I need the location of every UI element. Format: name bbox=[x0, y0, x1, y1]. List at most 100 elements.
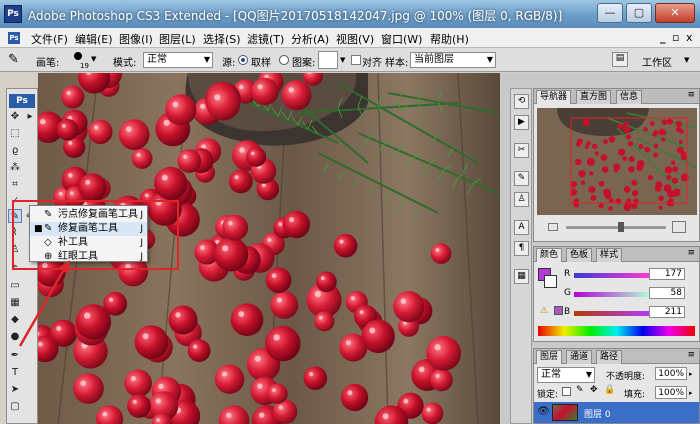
green-slider-row: G 58 bbox=[534, 287, 699, 301]
menu-view[interactable]: 视图(V) bbox=[336, 31, 374, 47]
character-icon[interactable]: A bbox=[514, 220, 529, 235]
tab-paths[interactable]: 路径 bbox=[596, 350, 623, 364]
magic-wand-tool-icon[interactable]: ⁂ bbox=[8, 161, 22, 175]
move-tool-icon[interactable]: ✥ bbox=[8, 110, 22, 124]
cranberry bbox=[265, 325, 301, 362]
menu-filter[interactable]: 滤镜(T) bbox=[247, 31, 284, 47]
zoom-out-icon[interactable] bbox=[548, 223, 558, 231]
tab-channels[interactable]: 通道 bbox=[566, 350, 593, 364]
pattern-dropdown-icon[interactable]: ▼ bbox=[340, 56, 345, 64]
panel-menu-icon[interactable]: ≡ bbox=[687, 90, 695, 100]
panel-menu-icon[interactable]: ≡ bbox=[687, 248, 695, 258]
fill-dropdown-icon[interactable]: ▸ bbox=[689, 389, 693, 397]
tab-layers[interactable]: 图层 bbox=[536, 350, 563, 364]
thumbnail-berry bbox=[575, 158, 582, 166]
history-icon[interactable]: ⟲ bbox=[514, 94, 529, 109]
mode-select[interactable]: 正常 ▼ bbox=[143, 52, 213, 68]
menu-analysis[interactable]: 分析(A) bbox=[291, 31, 329, 47]
paragraph-icon[interactable]: ¶ bbox=[514, 241, 529, 256]
doc-restore-button[interactable]: ▫ bbox=[672, 31, 679, 44]
tab-styles[interactable]: 样式 bbox=[596, 248, 623, 262]
lock-position-icon[interactable]: ✥ bbox=[590, 385, 598, 395]
cranberry-highlight bbox=[250, 151, 255, 156]
sample-select[interactable]: 当前图层 ▼ bbox=[410, 52, 496, 68]
menu-image[interactable]: 图像(I) bbox=[119, 31, 153, 47]
crop-tool-icon[interactable]: ⌗ bbox=[8, 178, 22, 192]
zoom-slider[interactable] bbox=[566, 226, 666, 229]
fill-input[interactable]: 100% bbox=[655, 386, 687, 399]
menu-window[interactable]: 窗口(W) bbox=[381, 31, 422, 47]
minimize-button[interactable]: — bbox=[597, 3, 623, 23]
green-value-input[interactable]: 58 bbox=[649, 287, 685, 299]
brushes-icon[interactable]: ✎ bbox=[514, 171, 529, 186]
zoom-in-icon[interactable] bbox=[672, 221, 686, 233]
workspace-button[interactable]: 工作区 bbox=[642, 54, 672, 69]
chevron-down-icon[interactable]: ▼ bbox=[684, 56, 689, 64]
cranberry bbox=[124, 369, 152, 398]
cranberry-highlight bbox=[193, 344, 198, 349]
brush-dropdown-icon[interactable]: ▼ bbox=[91, 55, 96, 63]
cranberry bbox=[228, 169, 253, 194]
actions-icon[interactable]: ▶ bbox=[514, 115, 529, 130]
layer-row[interactable]: 👁 图层 0 bbox=[534, 402, 699, 423]
sampled-radio[interactable] bbox=[238, 55, 248, 65]
navigator-thumbnail[interactable] bbox=[537, 108, 697, 215]
cranberry-highlight bbox=[273, 334, 280, 341]
tab-color[interactable]: 颜色 bbox=[536, 248, 563, 262]
color-ramp[interactable] bbox=[538, 326, 695, 336]
marquee-tool-icon[interactable]: ⬚ bbox=[8, 127, 22, 141]
cranberry-highlight bbox=[276, 297, 282, 303]
close-button[interactable]: ✕ bbox=[655, 3, 695, 23]
tab-swatches[interactable]: 色板 bbox=[566, 248, 593, 262]
tool-presets-icon[interactable]: ✂ bbox=[514, 143, 529, 158]
thumbnail-berry bbox=[658, 205, 663, 210]
tab-navigator[interactable]: 导航器 bbox=[536, 90, 572, 104]
navigator-panel: 导航器 直方图 信息 ≡ bbox=[533, 88, 700, 242]
lock-transparency-icon[interactable] bbox=[562, 387, 571, 396]
panel-menu-icon[interactable]: ≡ bbox=[687, 350, 695, 360]
cranberry-highlight bbox=[200, 245, 205, 250]
pen-tool-icon[interactable]: ✒ bbox=[8, 349, 22, 363]
menu-select[interactable]: 选择(S) bbox=[203, 31, 241, 47]
cranberry-highlight bbox=[257, 383, 263, 389]
cranberry-highlight bbox=[126, 126, 132, 132]
lock-image-icon[interactable]: ✎ bbox=[576, 385, 584, 395]
visibility-eye-icon[interactable]: 👁 bbox=[537, 406, 550, 417]
green-slider[interactable] bbox=[574, 292, 650, 297]
shape-tool-icon[interactable]: ▢ bbox=[8, 400, 22, 414]
pattern-picker[interactable] bbox=[318, 51, 338, 69]
type-tool-icon[interactable]: T bbox=[8, 366, 22, 380]
path-selection-tool-icon[interactable]: ➤ bbox=[8, 383, 22, 397]
menu-layer[interactable]: 图层(L) bbox=[159, 31, 196, 47]
menu-edit[interactable]: 编辑(E) bbox=[75, 31, 113, 47]
thumbnail-berry bbox=[578, 170, 586, 178]
marquee-tool-icon[interactable]: ▸ bbox=[23, 110, 37, 124]
blend-mode-select[interactable]: 正常 ▼ bbox=[537, 367, 595, 383]
maximize-button[interactable]: ▢ bbox=[626, 3, 652, 23]
doc-minimize-button[interactable]: _ bbox=[660, 31, 666, 44]
document-icon[interactable]: Ps bbox=[8, 32, 20, 44]
red-value-input[interactable]: 177 bbox=[649, 268, 685, 280]
lasso-tool-icon[interactable]: ϱ bbox=[8, 144, 22, 158]
menu-help[interactable]: 帮助(H) bbox=[430, 31, 469, 47]
aligned-checkbox[interactable] bbox=[351, 55, 361, 65]
menu-file[interactable]: 文件(F) bbox=[31, 31, 68, 47]
tab-histogram[interactable]: 直方图 bbox=[576, 90, 612, 104]
palette-well-icon[interactable]: ▤ bbox=[612, 52, 628, 67]
blue-slider[interactable] bbox=[574, 311, 650, 316]
opacity-dropdown-icon[interactable]: ▸ bbox=[689, 370, 693, 378]
thumbnail-berry bbox=[602, 188, 611, 197]
brush-preview-icon[interactable] bbox=[74, 52, 82, 60]
zoom-slider-thumb[interactable] bbox=[618, 222, 624, 232]
doc-close-button[interactable]: x bbox=[686, 31, 693, 44]
red-slider[interactable] bbox=[574, 273, 650, 278]
measurement-icon[interactable]: ▦ bbox=[514, 269, 529, 284]
blue-value-input[interactable]: 211 bbox=[649, 306, 685, 318]
healing-brush-tool-icon[interactable]: ✎ bbox=[8, 52, 19, 67]
tab-info[interactable]: 信息 bbox=[616, 90, 643, 104]
thumbnail-berry bbox=[628, 166, 635, 173]
pattern-radio[interactable] bbox=[279, 55, 289, 65]
clone-source-icon[interactable]: ♙ bbox=[514, 192, 529, 207]
opacity-input[interactable]: 100% bbox=[655, 367, 687, 380]
lock-all-icon[interactable]: 🔒 bbox=[604, 385, 615, 395]
